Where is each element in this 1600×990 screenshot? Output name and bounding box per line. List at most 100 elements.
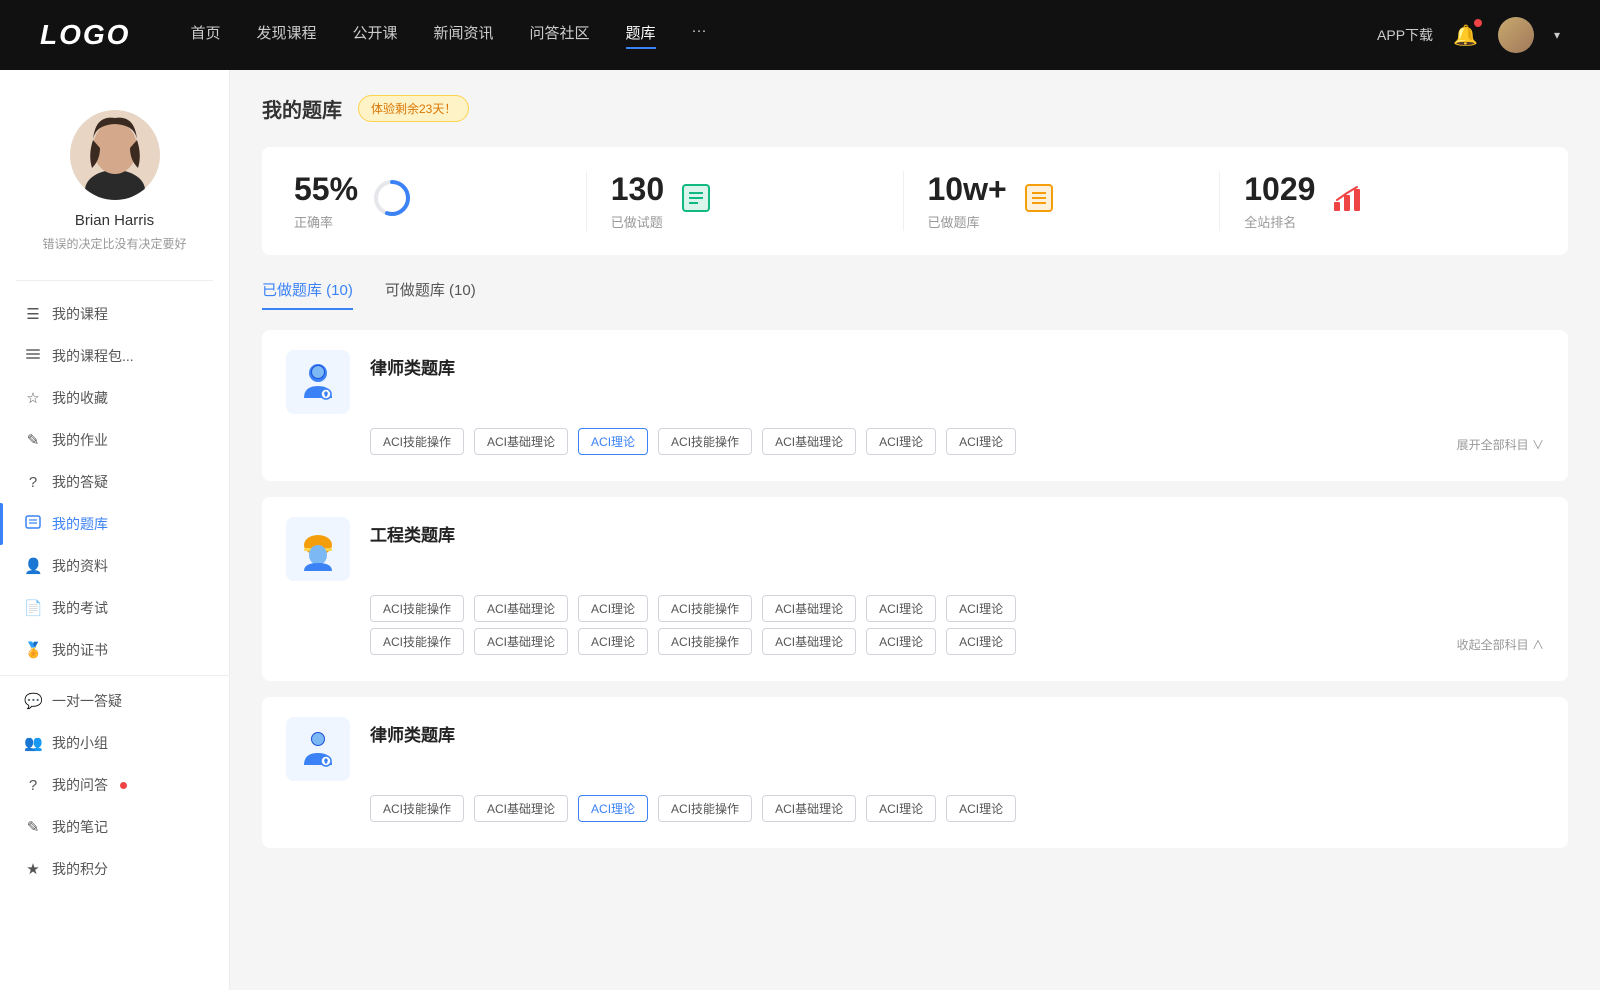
sidebar-item-label: 我的收藏 [52,388,108,408]
tag[interactable]: ACI理论 [946,795,1016,822]
expand-link-1[interactable]: 展开全部科目 ∨ [1457,430,1544,453]
page-title: 我的题库 [262,94,342,123]
nav-open-course[interactable]: 公开课 [352,22,397,49]
nav-question-bank[interactable]: 题库 [626,22,656,49]
nav-qa[interactable]: 问答社区 [530,22,590,49]
stat-info: 1029 全站排名 [1244,171,1315,231]
tag[interactable]: ACI理论 [578,628,648,655]
tag[interactable]: ACI基础理论 [474,628,568,655]
avatar-dropdown-arrow[interactable]: ▾ [1554,28,1560,42]
app-download-button[interactable]: APP下载 [1377,25,1433,45]
stat-accuracy-icon [374,180,410,223]
stat-done-questions: 130 已做试题 [587,171,904,231]
sidebar-item-label: 我的答疑 [52,472,108,492]
profile-name: Brian Harris [75,212,154,229]
sidebar: Brian Harris 错误的决定比没有决定要好 ☰ 我的课程 我的课程包..… [0,70,230,990]
stat-info: 130 已做试题 [611,171,664,231]
tag-active[interactable]: ACI理论 [578,428,648,455]
tag[interactable]: ACI技能操作 [658,595,752,622]
tag[interactable]: ACI技能操作 [370,795,464,822]
tag[interactable]: ACI理论 [866,795,936,822]
one-on-one-icon: 💬 [24,692,42,710]
nav-right: APP下载 🔔 ▾ [1377,17,1560,53]
sidebar-item-label: 我的课程 [52,304,108,324]
tag[interactable]: ACI理论 [946,595,1016,622]
tag[interactable]: ACI理论 [866,628,936,655]
tag[interactable]: ACI基础理论 [762,428,856,455]
sidebar-item-my-certificate[interactable]: 🏅 我的证书 [0,629,229,671]
sidebar-item-my-points[interactable]: ★ 我的积分 [0,848,229,890]
tag[interactable]: ACI基础理论 [474,595,568,622]
sidebar-item-my-group[interactable]: 👥 我的小组 [0,722,229,764]
avatar[interactable] [1498,17,1534,53]
notification-bell[interactable]: 🔔 [1453,23,1478,48]
group-icon: 👥 [24,734,42,752]
tag[interactable]: ACI技能操作 [370,628,464,655]
sidebar-item-my-favorites[interactable]: ☆ 我的收藏 [0,377,229,419]
sidebar-item-label: 一对一答疑 [52,691,122,711]
qbank-tags: ACI技能操作 ACI基础理论 ACI理论 ACI技能操作 ACI基础理论 AC… [286,428,1544,455]
notes-icon: ✎ [24,818,42,836]
nav-discover[interactable]: 发现课程 [256,22,316,49]
tag[interactable]: ACI基础理论 [474,795,568,822]
stat-done-banks: 10w+ 已做题库 [904,171,1221,231]
sidebar-item-my-homework[interactable]: ✎ 我的作业 [0,419,229,461]
tag[interactable]: ACI基础理论 [762,595,856,622]
sidebar-item-label: 我的题库 [52,514,108,534]
tag[interactable]: ACI技能操作 [658,428,752,455]
sidebar-menu: ☰ 我的课程 我的课程包... ☆ 我的收藏 ✎ 我的作业 ? 我的答疑 [0,285,229,898]
homework-icon: ✎ [24,431,42,449]
sidebar-item-my-question-bank[interactable]: 我的题库 [0,503,229,545]
nav-news[interactable]: 新闻资讯 [434,22,494,49]
tag-active[interactable]: ACI理论 [578,795,648,822]
tag[interactable]: ACI技能操作 [370,595,464,622]
sidebar-item-my-profile[interactable]: 👤 我的资料 [0,545,229,587]
tag[interactable]: ACI理论 [578,595,648,622]
exam-icon: 📄 [24,599,42,617]
sidebar-item-my-questions[interactable]: ? 我的问答 [0,764,229,806]
nav-home[interactable]: 首页 [190,22,220,49]
lawyer-icon-2 [296,727,340,771]
nav-more[interactable]: ··· [692,22,707,49]
tag[interactable]: ACI理论 [866,595,936,622]
tag[interactable]: ACI理论 [866,428,936,455]
tag[interactable]: ACI基础理论 [474,428,568,455]
tag[interactable]: ACI技能操作 [370,428,464,455]
qbank-icon-wrap [286,517,350,581]
sidebar-item-my-qa[interactable]: ? 我的答疑 [0,461,229,503]
navbar: LOGO 首页 发现课程 公开课 新闻资讯 问答社区 题库 ··· APP下载 … [0,0,1600,70]
qbank-icon-wrap [286,350,350,414]
tab-done-banks[interactable]: 已做题库 (10) [262,279,353,310]
stat-info: 55% 正确率 [294,171,358,231]
stat-value: 130 [611,171,664,208]
sidebar-item-label: 我的课程包... [52,346,134,366]
tag[interactable]: ACI技能操作 [658,795,752,822]
courses-icon: ☰ [24,305,42,323]
sidebar-item-my-exam[interactable]: 📄 我的考试 [0,587,229,629]
sidebar-item-my-notes[interactable]: ✎ 我的笔记 [0,806,229,848]
profile-motto: 错误的决定比没有决定要好 [42,235,186,252]
main-content: 我的题库 体验剩余23天！ 55% 正确率 130 [230,70,1600,990]
tag[interactable]: ACI理论 [946,428,1016,455]
tag[interactable]: ACI理论 [946,628,1016,655]
collapse-link[interactable]: 收起全部科目 ∧ [1457,630,1544,653]
qbank-card-lawyer-1: 律师类题库 ACI技能操作 ACI基础理论 ACI理论 ACI技能操作 ACI基… [262,330,1568,481]
stat-value: 55% [294,171,358,208]
trial-badge: 体验剩余23天！ [358,95,469,122]
profile-section: Brian Harris 错误的决定比没有决定要好 [0,90,229,276]
sidebar-item-my-course-package[interactable]: 我的课程包... [0,335,229,377]
profile-icon: 👤 [24,557,42,575]
sidebar-item-label: 我的问答 [52,775,108,795]
tag[interactable]: ACI基础理论 [762,795,856,822]
qbank-tags-row2: ACI技能操作 ACI基础理论 ACI理论 ACI技能操作 ACI基础理论 AC… [286,628,1544,655]
tag[interactable]: ACI基础理论 [762,628,856,655]
logo[interactable]: LOGO [40,19,130,51]
stat-rank-icon [1331,182,1363,221]
tag[interactable]: ACI技能操作 [658,628,752,655]
points-icon: ★ [24,860,42,878]
sidebar-item-my-courses[interactable]: ☰ 我的课程 [0,293,229,335]
sidebar-item-one-on-one[interactable]: 💬 一对一答疑 [0,680,229,722]
stat-label: 已做题库 [928,212,1007,231]
avatar-svg [70,110,160,200]
tab-available-banks[interactable]: 可做题库 (10) [385,279,476,310]
